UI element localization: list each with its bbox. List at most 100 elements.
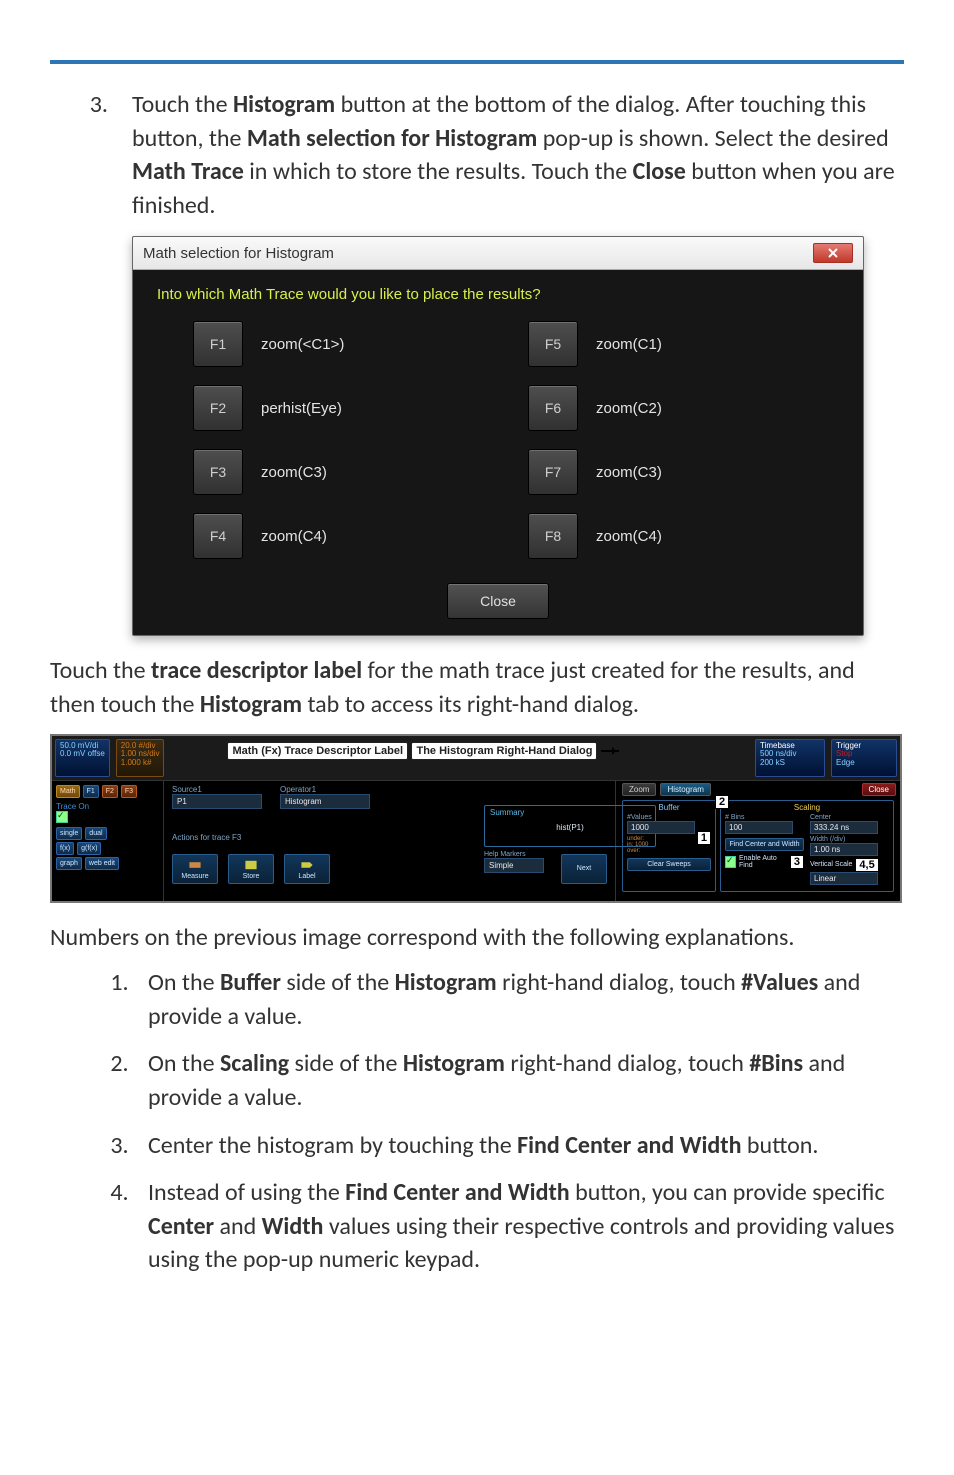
v: 200 kS: [760, 759, 820, 768]
measure-button[interactable]: Measure: [172, 854, 218, 884]
l: Label: [298, 873, 315, 880]
t: Center the histogram by touching the: [148, 1131, 517, 1160]
l: Measure: [181, 873, 208, 880]
source1-field[interactable]: P1: [172, 794, 262, 809]
explanation-3: Center the histogram by touching the Fin…: [134, 1129, 904, 1163]
tab-single[interactable]: single: [56, 827, 82, 840]
center-label: Center: [810, 814, 889, 821]
t: Touch the: [132, 90, 233, 119]
tab-zoom[interactable]: Zoom: [622, 783, 656, 796]
t: and: [220, 1212, 262, 1241]
close-button[interactable]: Close: [862, 783, 896, 796]
annotation-3: 3: [790, 855, 804, 869]
trace-btn[interactable]: F7: [528, 449, 578, 495]
t: right-hand dialog, touch: [502, 968, 741, 997]
find-center-button[interactable]: Find Center and Width: [725, 838, 804, 851]
enable-auto-label: Enable Auto Find: [739, 855, 787, 869]
t: right-hand dialog, touch: [510, 1049, 749, 1078]
clear-sweeps-button[interactable]: Clear Sweeps: [627, 858, 711, 871]
trace-label: zoom(C3): [596, 464, 662, 481]
trace-button-f6[interactable]: F6 zoom(C2): [528, 385, 803, 431]
vscale-label: Vertical Scale: [810, 861, 852, 868]
trace-label: zoom(C4): [261, 528, 327, 545]
trace-on-checkbox[interactable]: [56, 811, 68, 823]
trace-button-f5[interactable]: F5 zoom(C1): [528, 321, 803, 367]
t: side of the: [295, 1049, 403, 1078]
trace-label: zoom(C4): [596, 528, 662, 545]
step-3-number: 3.: [50, 88, 132, 222]
channel-badge: 50.0 mV/di 0.0 mV offse: [55, 739, 110, 777]
t: Touch the: [50, 656, 151, 685]
annotation-2: 2: [715, 795, 729, 809]
store-button[interactable]: Store: [228, 854, 274, 884]
over-label: over:: [627, 848, 640, 854]
t-b: Histogram: [233, 90, 335, 119]
paragraph-3: Numbers on the previous image correspond…: [50, 921, 904, 955]
math-tab[interactable]: Math: [56, 785, 80, 798]
annotation-1: 1: [697, 831, 711, 845]
bins-field[interactable]: 100: [725, 821, 793, 834]
vscale-field[interactable]: Linear: [810, 872, 878, 885]
source1-label: Source1: [172, 785, 262, 794]
l: Next: [577, 865, 591, 872]
tab-webedit[interactable]: web edit: [85, 857, 119, 870]
width-field[interactable]: 1.00 ns: [810, 843, 878, 856]
trace-button-f1[interactable]: F1 zoom(<C1>): [193, 321, 468, 367]
scaling-title: Scaling: [725, 803, 889, 812]
help-markers-label: Help Markers: [484, 851, 544, 858]
buffer-title: Buffer: [627, 803, 711, 812]
trace-button-f2[interactable]: F2 perhist(Eye): [193, 385, 468, 431]
t: side of the: [286, 968, 394, 997]
center-field[interactable]: 333.24 ns: [810, 821, 878, 834]
trace-btn[interactable]: F6: [528, 385, 578, 431]
label-button[interactable]: Label: [284, 854, 330, 884]
explanation-2: On the Scaling side of the Histogram rig…: [134, 1047, 904, 1114]
t-b: #Values: [741, 968, 818, 997]
trace-grid: F1 zoom(<C1>) F5 zoom(C1) F2 perhist(Eye…: [133, 311, 863, 573]
tab-gfx[interactable]: g(f(x): [77, 842, 101, 855]
right-panel: Close Zoom Histogram Buffer #Values 1000…: [616, 781, 900, 901]
operator1-label: Operator1: [280, 785, 370, 794]
close-button[interactable]: Close: [447, 583, 549, 619]
trace-button-f7[interactable]: F7 zoom(C3): [528, 449, 803, 495]
close-icon[interactable]: [813, 243, 853, 263]
t-b: Histogram: [395, 968, 497, 997]
t-b: Buffer: [220, 968, 281, 997]
t-b: Histogram: [200, 690, 302, 719]
t-b: #Bins: [749, 1049, 803, 1078]
v: Edge: [836, 759, 892, 768]
trace-btn[interactable]: F5: [528, 321, 578, 367]
trace-btn[interactable]: F8: [528, 513, 578, 559]
trace-btn[interactable]: F4: [193, 513, 243, 559]
tab-fx[interactable]: f(x): [56, 842, 74, 855]
f-tab[interactable]: F3: [121, 785, 137, 798]
scaling-panel: Scaling 2 # Bins 100 Find Center and Wid…: [720, 800, 894, 892]
width-label: Width (/div): [810, 836, 889, 843]
f-tab[interactable]: F1: [83, 785, 99, 798]
enable-auto-find-checkbox[interactable]: [725, 856, 736, 868]
trace-btn[interactable]: F1: [193, 321, 243, 367]
trace-button-f8[interactable]: F8 zoom(C4): [528, 513, 803, 559]
explanations-list: On the Buffer side of the Histogram righ…: [50, 966, 904, 1277]
trace-btn[interactable]: F3: [193, 449, 243, 495]
dialog-titlebar: Math selection for Histogram: [133, 237, 863, 270]
values-label: #Values: [627, 814, 711, 821]
t-b: Math selection for Histogram: [247, 124, 537, 153]
tab-dual[interactable]: dual: [85, 827, 106, 840]
operator1-field[interactable]: Histogram: [280, 794, 370, 809]
step-3: 3. Touch the Histogram button at the bot…: [50, 88, 904, 222]
values-field[interactable]: 1000: [627, 821, 695, 834]
help-markers-field[interactable]: Simple: [484, 858, 544, 873]
trace-label: zoom(C2): [596, 400, 662, 417]
t-b: Width: [262, 1212, 324, 1241]
t: On the: [148, 968, 220, 997]
tab-histogram[interactable]: Histogram: [660, 783, 710, 796]
f-tab[interactable]: F2: [102, 785, 118, 798]
tab-graph[interactable]: graph: [56, 857, 82, 870]
callout-descriptor-label: Math (Fx) Trace Descriptor Label: [227, 742, 408, 760]
trace-button-f3[interactable]: F3 zoom(C3): [193, 449, 468, 495]
timebase-badge: Timebase 500 ns/div 200 kS: [755, 739, 825, 777]
trace-button-f4[interactable]: F4 zoom(C4): [193, 513, 468, 559]
next-button[interactable]: Next: [561, 854, 607, 884]
trace-btn[interactable]: F2: [193, 385, 243, 431]
